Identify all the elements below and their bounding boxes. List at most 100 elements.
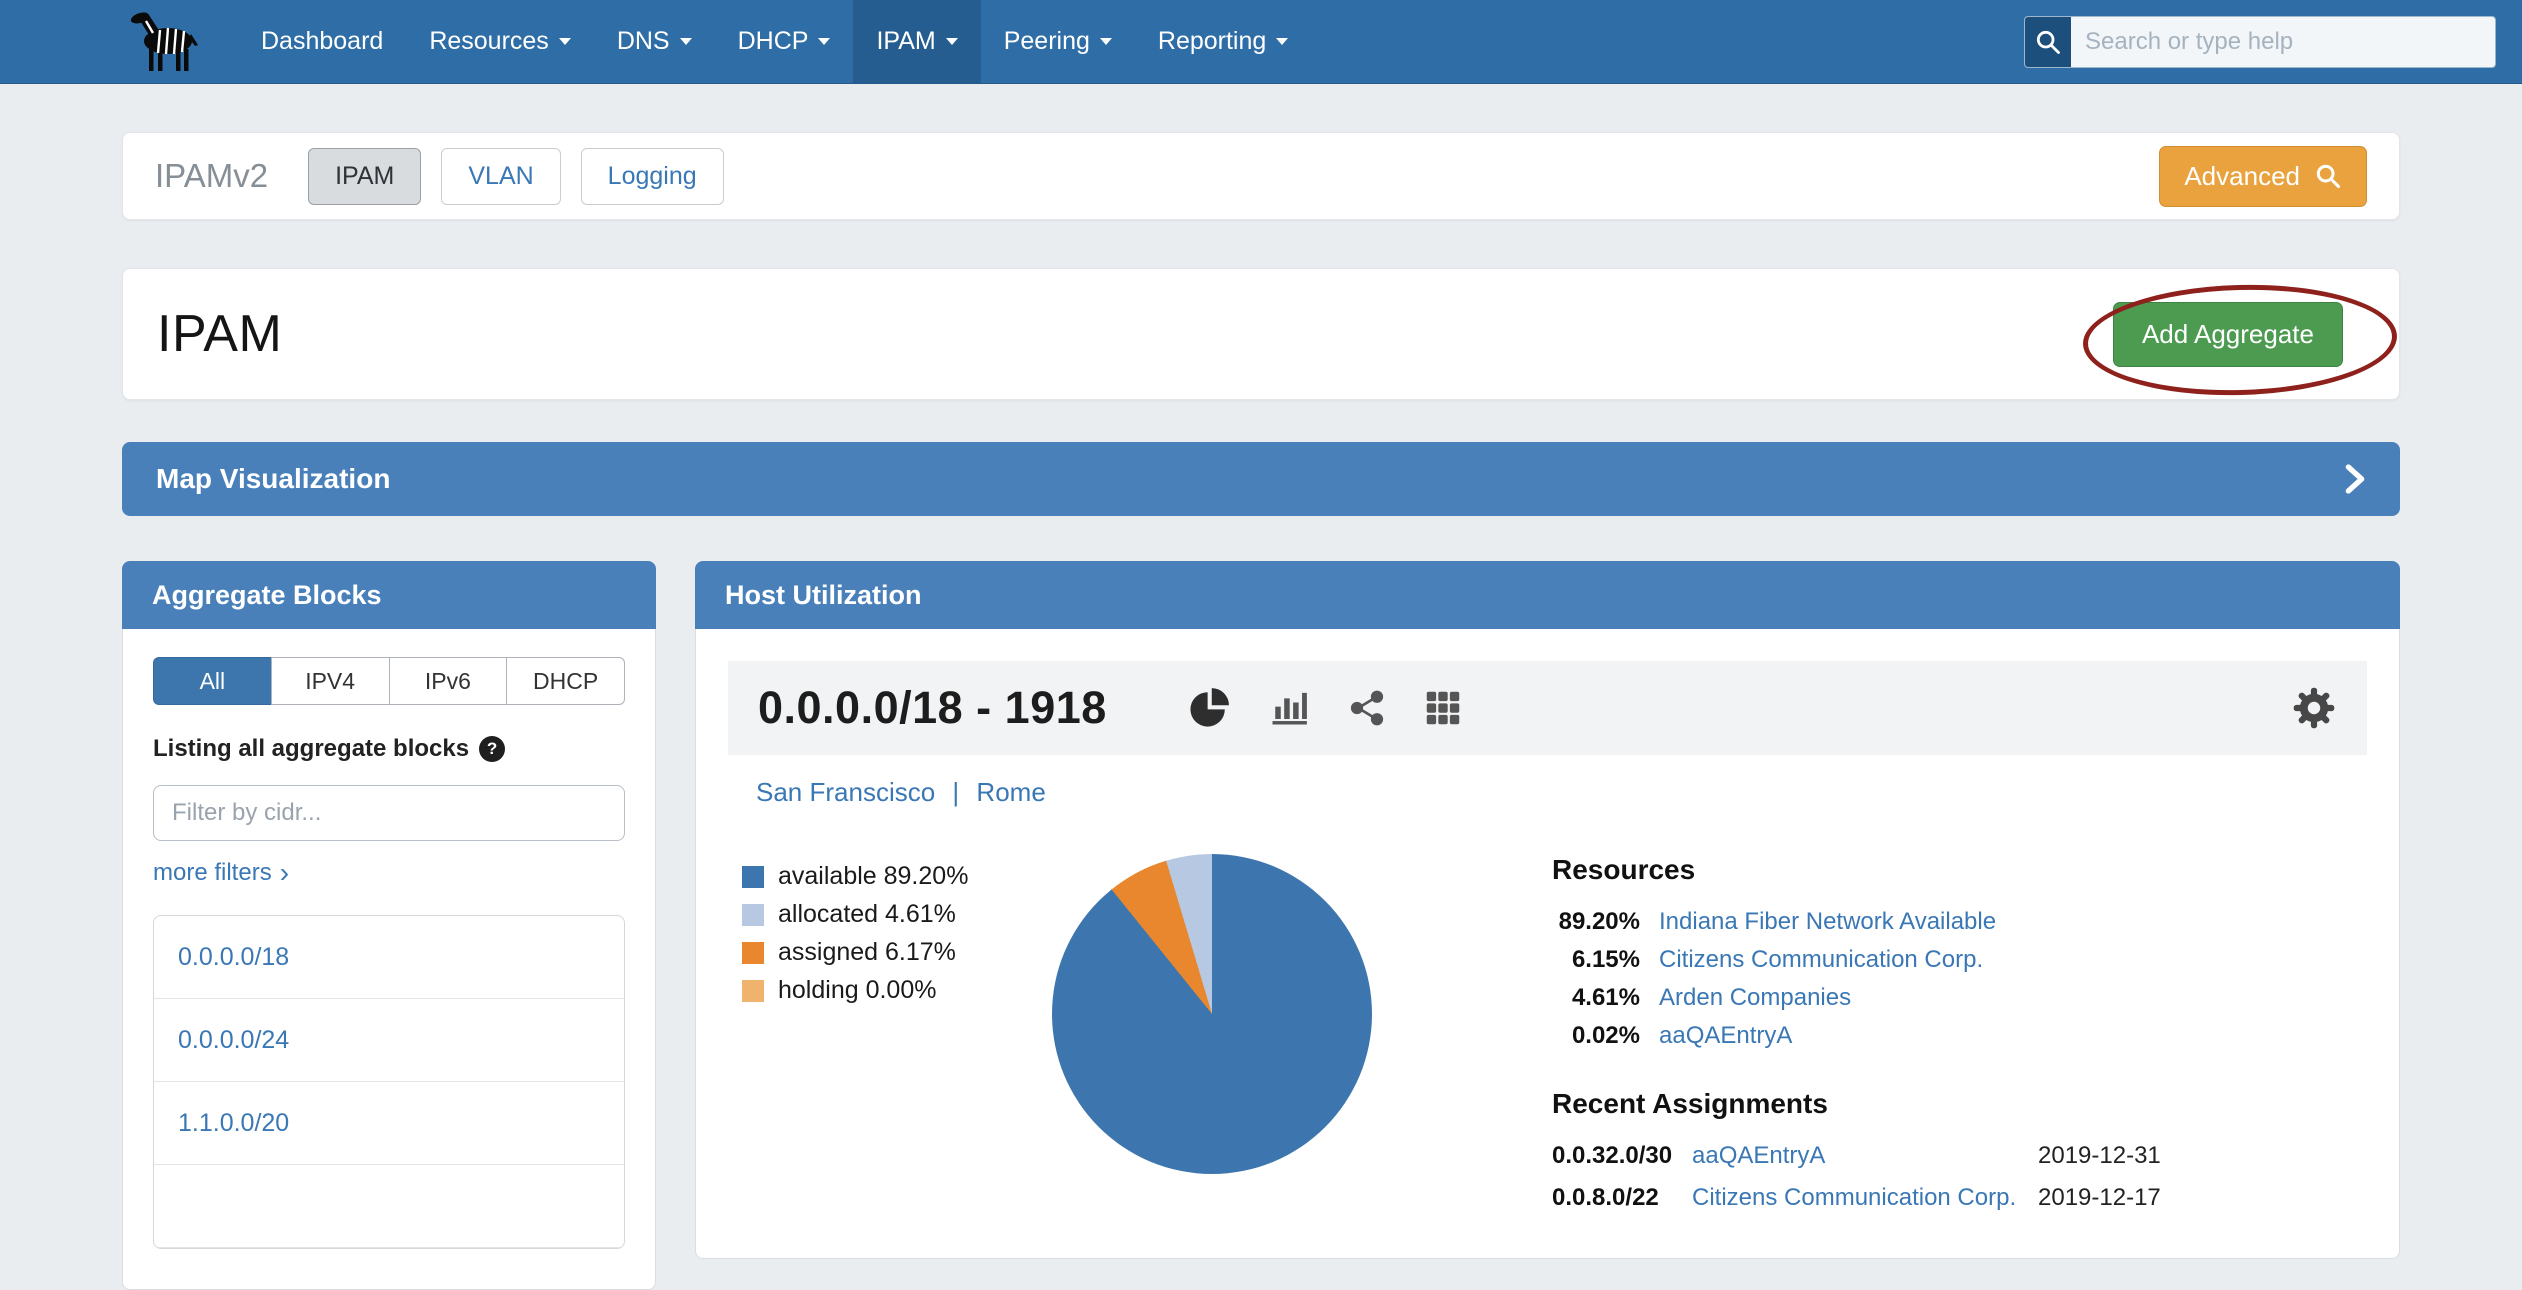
location-links: San Franscisco | Rome [728, 777, 2367, 808]
list-item-aggregate[interactable]: 1.1.0.0/20 [154, 1082, 624, 1165]
chevron-down-icon [818, 38, 830, 45]
aggregate-blocks-panel: Aggregate Blocks All IPV4 IPv6 DHCP List… [122, 561, 656, 1290]
legend-item: allocated 4.61% [742, 900, 1042, 929]
view-toggle-icons [1187, 686, 1463, 730]
page-title: IPAM [157, 304, 282, 364]
resource-percent: 0.02% [1552, 1022, 1640, 1050]
nav-item-resources[interactable]: Resources [406, 0, 594, 83]
search-icon[interactable] [2025, 17, 2071, 67]
assignment-link[interactable]: Citizens Communication Corp. [1692, 1184, 2038, 1212]
nav-item-ipam[interactable]: IPAM [853, 0, 980, 83]
global-search [2024, 16, 2496, 68]
assignment-row: 0.0.8.0/22 Citizens Communication Corp. … [1552, 1184, 2367, 1212]
host-utilization-header: Host Utilization [695, 561, 2400, 629]
nav-item-peering[interactable]: Peering [981, 0, 1135, 83]
location-link[interactable]: Rome [976, 777, 1045, 807]
filter-ipv6[interactable]: IPv6 [389, 657, 508, 705]
nav-item-reporting[interactable]: Reporting [1135, 0, 1311, 83]
list-item-aggregate[interactable]: 0.0.0.0/18 [154, 916, 624, 999]
aggregate-blocks-body: All IPV4 IPv6 DHCP Listing all aggregate… [122, 629, 656, 1290]
more-filters-label: more filters [153, 859, 272, 887]
ipamv2-toolbar: IPAMv2 IPAM VLAN Logging Advanced [122, 132, 2400, 220]
map-visualization-toggle[interactable]: Map Visualization [122, 442, 2400, 516]
aggregate-blocks-header: Aggregate Blocks [122, 561, 656, 629]
resource-row: 89.20% Indiana Fiber Network Available [1552, 908, 2367, 936]
resources-heading: Resources [1552, 854, 2367, 886]
legend-swatch [742, 942, 764, 964]
add-aggregate-button[interactable]: Add Aggregate [2113, 302, 2343, 367]
list-item-aggregate[interactable] [154, 1165, 624, 1248]
tab-logging[interactable]: Logging [581, 148, 724, 205]
assignment-link[interactable]: aaQAEntryA [1692, 1142, 2038, 1170]
help-icon[interactable]: ? [479, 736, 505, 762]
legend-label: available 89.20% [778, 862, 968, 891]
legend-item: assigned 6.17% [742, 938, 1042, 967]
nav-item-dhcp[interactable]: DHCP [715, 0, 854, 83]
chevron-right-icon: › [280, 859, 289, 887]
recent-assignments-heading: Recent Assignments [1552, 1088, 2367, 1120]
bar-chart-icon[interactable] [1267, 686, 1311, 730]
list-item-aggregate[interactable]: 0.0.0.0/24 [154, 999, 624, 1082]
nav-item-label: IPAM [876, 27, 935, 56]
top-navbar: Dashboard Resources DNS DHCP IPAM Peerin… [0, 0, 2522, 84]
pie-chart-icon[interactable] [1187, 686, 1231, 730]
nav-item-label: DHCP [738, 27, 809, 56]
legend-swatch [742, 980, 764, 1002]
chevron-down-icon [680, 38, 692, 45]
nav-item-dashboard[interactable]: Dashboard [238, 0, 406, 83]
advanced-label: Advanced [2184, 161, 2300, 192]
legend-label: assigned 6.17% [778, 938, 956, 967]
filter-all[interactable]: All [153, 657, 272, 705]
listing-label: Listing all aggregate blocks [153, 735, 469, 763]
host-block-title: 0.0.0.0/18 - 1918 [758, 682, 1107, 734]
resource-link[interactable]: aaQAEntryA [1659, 1022, 1792, 1050]
search-input[interactable] [2071, 17, 2495, 67]
filter-ipv4[interactable]: IPV4 [271, 657, 390, 705]
chevron-right-icon [2344, 463, 2366, 495]
host-utilization-panel: Host Utilization 0.0.0.0/18 - 1918 [695, 561, 2400, 1259]
zebra-logo[interactable] [122, 0, 208, 83]
legend-swatch [742, 866, 764, 888]
resource-row: 0.02% aaQAEntryA [1552, 1022, 2367, 1050]
chevron-down-icon [946, 38, 958, 45]
gear-icon[interactable] [2291, 685, 2337, 731]
chevron-down-icon [559, 38, 571, 45]
page-header: IPAM Add Aggregate [122, 268, 2400, 400]
aggregate-filter-group: All IPV4 IPv6 DHCP [153, 657, 625, 705]
assignment-date: 2019-12-31 [2038, 1142, 2161, 1170]
resource-row: 6.15% Citizens Communication Corp. [1552, 946, 2367, 974]
resource-link[interactable]: Citizens Communication Corp. [1659, 946, 1983, 974]
grid-icon[interactable] [1423, 688, 1463, 728]
assignment-row: 0.0.32.0/30 aaQAEntryA 2019-12-31 [1552, 1142, 2367, 1170]
pie-chart [1052, 854, 1372, 1174]
nav-menu: Dashboard Resources DNS DHCP IPAM Peerin… [238, 0, 1311, 83]
legend-item: available 89.20% [742, 862, 1042, 891]
map-visualization-title: Map Visualization [156, 463, 390, 495]
resource-link[interactable]: Arden Companies [1659, 984, 1851, 1012]
location-separator: | [952, 777, 959, 807]
location-link[interactable]: San Franscisco [756, 777, 935, 807]
resource-percent: 89.20% [1552, 908, 1640, 936]
aggregate-block-list: 0.0.0.0/18 0.0.0.0/24 1.1.0.0/20 [153, 915, 625, 1249]
share-icon[interactable] [1347, 688, 1387, 728]
more-filters-link[interactable]: more filters › [153, 859, 289, 887]
cidr-filter-input[interactable] [153, 785, 625, 841]
legend-label: holding 0.00% [778, 976, 936, 1005]
chevron-down-icon [1276, 38, 1288, 45]
search-icon [2314, 162, 2342, 190]
filter-dhcp[interactable]: DHCP [506, 657, 625, 705]
tab-ipam[interactable]: IPAM [308, 148, 421, 205]
nav-item-label: Reporting [1158, 27, 1266, 56]
tab-vlan[interactable]: VLAN [441, 148, 560, 205]
host-block-strip: 0.0.0.0/18 - 1918 [728, 661, 2367, 755]
legend-label: allocated 4.61% [778, 900, 956, 929]
resource-link[interactable]: Indiana Fiber Network Available [1659, 908, 1996, 936]
section-title: IPAMv2 [155, 157, 268, 195]
legend-swatch [742, 904, 764, 926]
chevron-down-icon [1100, 38, 1112, 45]
advanced-search-button[interactable]: Advanced [2159, 146, 2367, 207]
host-utilization-body: 0.0.0.0/18 - 1918 [695, 629, 2400, 1259]
assignment-cidr: 0.0.8.0/22 [1552, 1184, 1692, 1212]
nav-item-dns[interactable]: DNS [594, 0, 715, 83]
nav-item-label: Dashboard [261, 27, 383, 56]
